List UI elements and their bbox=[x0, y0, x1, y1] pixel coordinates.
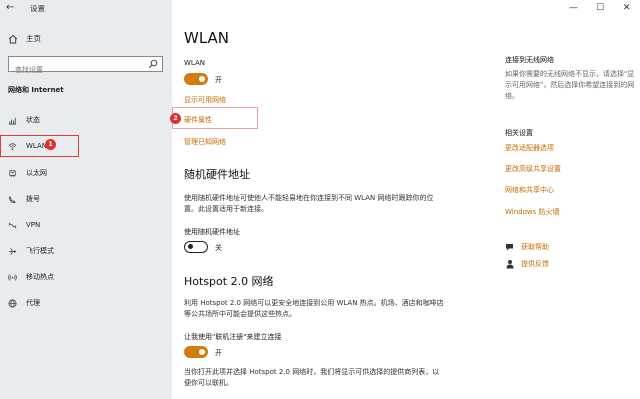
sidebar-item-dialup[interactable]: 拨号 bbox=[8, 192, 168, 206]
sidebar-item-ethernet[interactable]: 以太网 bbox=[8, 166, 168, 180]
sidebar-item-label: 拨号 bbox=[26, 195, 40, 203]
random-mac-toggle-label: 使用随机硬件地址 bbox=[184, 228, 240, 236]
search-input[interactable] bbox=[9, 63, 139, 77]
hotspot-toggle-state: 开 bbox=[215, 349, 222, 357]
show-networks-link[interactable]: 显示可用网络 bbox=[184, 95, 226, 105]
hotspot-toggle-label: 让我使用"联机注册"来建立连接 bbox=[184, 333, 282, 341]
hotspot-icon bbox=[8, 273, 17, 281]
page-title: WLAN bbox=[184, 29, 230, 47]
home-icon bbox=[8, 34, 18, 43]
hotspot-description: 利用 Hotspot 2.0 网络可以更安全地连接到公用 WLAN 热点。机场、… bbox=[184, 299, 444, 318]
annotation-badge-2: 2 bbox=[170, 113, 181, 124]
home-nav-item[interactable]: 主页 bbox=[8, 33, 41, 44]
sidebar-item-hotspot[interactable]: 移动热点 bbox=[8, 270, 168, 284]
sidebar-item-vpn[interactable]: VPN bbox=[8, 218, 168, 232]
sidebar: ← 设置 主页 网络和 Internet 状态 bbox=[0, 0, 172, 399]
vpn-icon bbox=[8, 222, 17, 228]
window-controls: — ☐ ✕ bbox=[560, 0, 640, 16]
wlan-toggle-state: 开 bbox=[215, 76, 222, 84]
connect-title: 连接到无线网络 bbox=[505, 56, 554, 64]
dialup-icon bbox=[9, 195, 16, 203]
wlan-toggle[interactable] bbox=[184, 73, 208, 85]
feedback-icon bbox=[506, 260, 514, 269]
search-box[interactable] bbox=[8, 56, 163, 77]
section-label: 网络和 Internet bbox=[8, 86, 64, 94]
get-help-row[interactable]: 获取帮助 bbox=[505, 242, 549, 252]
sidebar-item-proxy[interactable]: 代理 bbox=[8, 296, 168, 310]
settings-window: ← 设置 主页 网络和 Internet 状态 bbox=[0, 0, 640, 399]
hardware-properties-link[interactable]: 硬件属性 bbox=[184, 115, 212, 125]
app-title: 设置 bbox=[30, 4, 45, 13]
maximize-icon[interactable]: ☐ bbox=[590, 3, 610, 13]
adapter-options-link[interactable]: 更改适配器选项 bbox=[505, 143, 554, 153]
sidebar-item-airplane[interactable]: 飞行模式 bbox=[8, 244, 168, 258]
related-settings-title: 相关设置 bbox=[505, 129, 533, 137]
connect-description: 如果你需要的无线网络不显示，请选择"显示可用网络"，然后选择你希望连接到的网络。 bbox=[505, 70, 635, 100]
get-help-link[interactable]: 获取帮助 bbox=[521, 242, 549, 252]
close-icon[interactable]: ✕ bbox=[617, 3, 637, 13]
feedback-link[interactable]: 提供反馈 bbox=[521, 259, 549, 269]
search-icon[interactable] bbox=[148, 59, 158, 69]
hotspot-toggle[interactable] bbox=[184, 346, 208, 358]
random-mac-description: 使用随机硬件地址可使他人不能轻易地在你连接到不同 WLAN 网络时跟踪你的位置。… bbox=[184, 194, 434, 213]
random-mac-toggle[interactable] bbox=[184, 241, 208, 253]
sidebar-item-wlan[interactable]: WLAN bbox=[8, 139, 168, 153]
main-panel: — ☐ ✕ WLAN WLAN 开 显示可用网络 2 硬件属性 管理已知网络 随… bbox=[170, 0, 640, 399]
hotspot-heading: Hotspot 2.0 网络 bbox=[184, 275, 274, 288]
network-sharing-center-link[interactable]: 网络和共享中心 bbox=[505, 185, 554, 195]
back-arrow-icon[interactable]: ← bbox=[6, 2, 14, 13]
wifi-icon bbox=[8, 142, 17, 150]
sidebar-item-label: 状态 bbox=[26, 116, 40, 124]
hotspot-footer: 当你打开此项并选择 Hotspot 2.0 网络时，我们将显示可供选择的提供商列… bbox=[184, 368, 440, 387]
manage-networks-link[interactable]: 管理已知网络 bbox=[184, 137, 226, 147]
random-mac-toggle-state: 关 bbox=[215, 244, 222, 252]
sidebar-item-label: 飞行模式 bbox=[26, 247, 54, 255]
annotation-badge-1: 1 bbox=[45, 139, 56, 150]
sidebar-item-label: VPN bbox=[26, 221, 41, 229]
ethernet-icon bbox=[9, 169, 16, 177]
help-chat-icon bbox=[506, 244, 513, 251]
advanced-sharing-link[interactable]: 更改高级共享设置 bbox=[505, 164, 561, 174]
home-label: 主页 bbox=[26, 34, 41, 43]
windows-firewall-link[interactable]: Windows 防火墙 bbox=[505, 207, 559, 217]
sidebar-item-label: 代理 bbox=[26, 299, 40, 307]
sidebar-item-label: 以太网 bbox=[26, 169, 47, 177]
globe-icon bbox=[8, 299, 17, 307]
wlan-label: WLAN bbox=[184, 59, 206, 67]
random-mac-heading: 随机硬件地址 bbox=[184, 168, 250, 181]
airplane-icon bbox=[8, 247, 17, 255]
feedback-row[interactable]: 提供反馈 bbox=[505, 259, 549, 269]
sidebar-item-label: WLAN bbox=[26, 142, 48, 150]
sidebar-item-status[interactable]: 状态 bbox=[8, 113, 168, 127]
sidebar-item-label: 移动热点 bbox=[26, 273, 54, 281]
status-icon bbox=[8, 117, 17, 125]
minimize-icon[interactable]: — bbox=[563, 3, 583, 13]
